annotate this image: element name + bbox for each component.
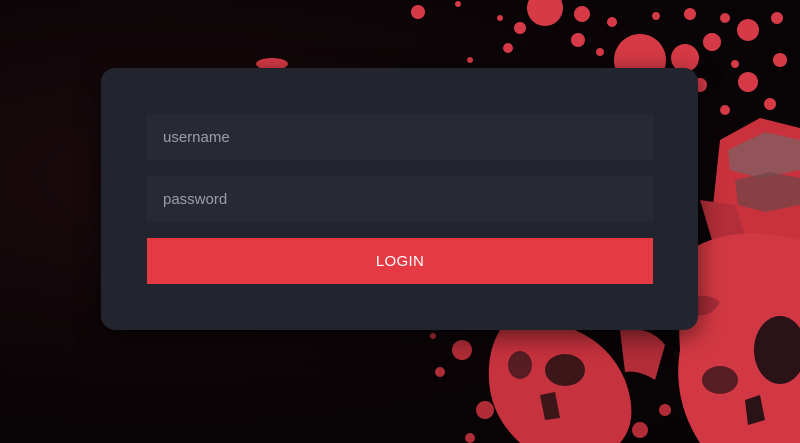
login-card: LOGIN (101, 68, 698, 330)
login-page: LOGIN (0, 0, 800, 443)
username-input[interactable] (147, 114, 653, 160)
login-button[interactable]: LOGIN (147, 238, 653, 284)
password-input[interactable] (147, 176, 653, 222)
